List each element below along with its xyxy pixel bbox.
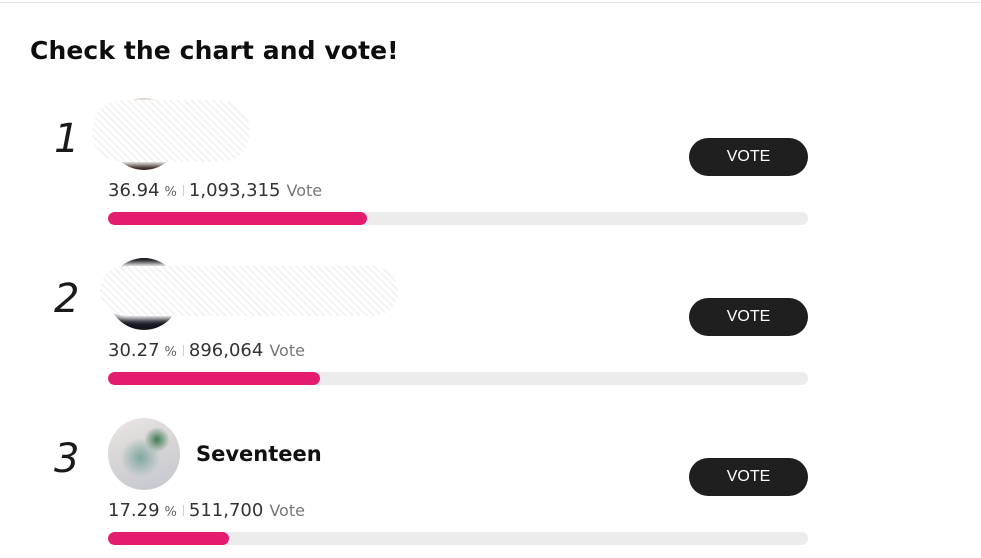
- stats-separator: [182, 345, 184, 356]
- vote-count: 511,700: [188, 500, 264, 521]
- vote-stats: 36.94% 1,093,315 Vote: [108, 180, 322, 201]
- vote-stats: 30.27% 896,064 Vote: [108, 340, 305, 361]
- vote-stats: 17.29% 511,700 Vote: [108, 500, 305, 521]
- vote-progress-fill: [108, 212, 367, 225]
- vote-percentage: 17.29: [108, 500, 160, 521]
- top-divider: [0, 2, 981, 3]
- vote-percentage: 30.27: [108, 340, 160, 361]
- vote-progress-fill: [108, 532, 230, 545]
- vote-percentage: 36.94: [108, 180, 160, 201]
- rank-number: 2: [54, 276, 80, 322]
- vote-button[interactable]: VOTE: [689, 138, 808, 176]
- chart-entry: 1 VOTE 36.94% 1,093,315 Vote: [0, 98, 981, 238]
- vote-progress-fill: [108, 372, 320, 385]
- percent-sign: %: [164, 345, 177, 360]
- rank-number: 1: [54, 116, 80, 162]
- vote-button[interactable]: VOTE: [689, 458, 808, 496]
- page-title: Check the chart and vote!: [30, 36, 399, 65]
- vote-count: 896,064: [188, 340, 264, 361]
- vote-unit-label: Vote: [286, 181, 323, 200]
- vote-progress-track: [108, 532, 808, 545]
- vote-unit-label: Vote: [269, 501, 305, 520]
- artist-name: Seventeen: [196, 442, 322, 466]
- redacted-name-scribble: [100, 266, 398, 316]
- percent-sign: %: [164, 505, 177, 520]
- vote-progress-track: [108, 372, 808, 385]
- artist-avatar: [108, 418, 180, 490]
- vote-button[interactable]: VOTE: [689, 298, 808, 336]
- vote-count: 1,093,315: [188, 180, 281, 201]
- stats-separator: [182, 185, 184, 196]
- percent-sign: %: [164, 185, 177, 200]
- vote-unit-label: Vote: [269, 341, 305, 360]
- chart-entry: 3 Seventeen VOTE 17.29% 511,700 Vote: [0, 418, 981, 558]
- chart-entry: 2 VOTE 30.27% 896,064 Vote: [0, 258, 981, 398]
- rank-number: 3: [54, 436, 80, 482]
- stats-separator: [182, 505, 184, 516]
- vote-progress-track: [108, 212, 808, 225]
- redacted-name-scribble: [92, 100, 250, 162]
